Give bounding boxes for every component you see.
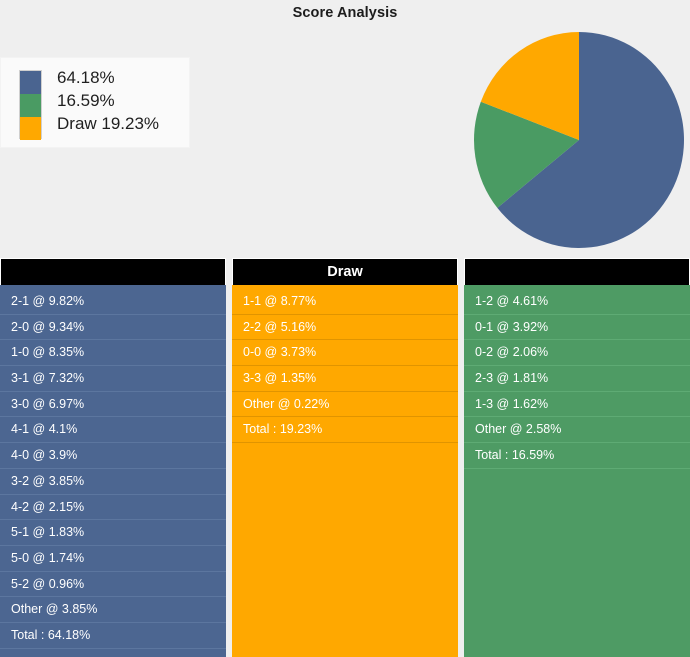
score-column-header-away xyxy=(464,258,690,285)
score-row: 1-0 @ 8.35% xyxy=(0,340,226,367)
score-row: Other @ 0.22% xyxy=(232,392,458,418)
score-row: 2-3 @ 1.81% xyxy=(464,366,690,392)
score-list-home: 2-1 @ 9.82% 2-0 @ 9.34% 1-0 @ 8.35% 3-1 @ 7… xyxy=(0,285,226,657)
score-row: 3-2 @ 3.85% xyxy=(0,469,226,495)
score-row: 1-1 @ 8.77% xyxy=(232,289,458,315)
legend-label-home: 64.18% xyxy=(57,68,115,87)
pie-chart-legend: 64.18% 16.59% Draw 19.23% xyxy=(0,57,190,148)
score-row: Other @ 3.85% xyxy=(0,597,226,623)
legend-label-draw: Draw 19.23% xyxy=(57,114,160,133)
score-row: 5-2 @ 0.96% xyxy=(0,572,226,598)
legend-swatch-draw xyxy=(20,117,41,140)
score-tables: 2-1 @ 9.82% 2-0 @ 9.34% 1-0 @ 8.35% 3-1 @ 7… xyxy=(0,258,690,657)
score-row: 4-2 @ 2.15% xyxy=(0,495,226,521)
score-row: 5-1 @ 1.83% xyxy=(0,520,226,546)
score-row: 0-2 @ 2.06% xyxy=(464,340,690,367)
score-row: Total : 64.18% xyxy=(0,623,226,649)
pie-chart-svg xyxy=(474,32,684,249)
score-column-header-home xyxy=(0,258,226,285)
score-row: 4-1 @ 4.1% xyxy=(0,417,226,444)
score-row: 2-2 @ 5.16% xyxy=(232,315,458,341)
score-row: 5-0 @ 1.74% xyxy=(0,546,226,572)
score-list-draw: 1-1 @ 8.77% 2-2 @ 5.16% 0-0 @ 3.73% 3-3 @ 1… xyxy=(232,285,458,657)
legend-swatch-stack xyxy=(19,70,42,140)
score-row: 0-1 @ 3.92% xyxy=(464,315,690,341)
score-row: 1-2 @ 4.61% xyxy=(464,289,690,315)
score-row: 2-0 @ 9.34% xyxy=(0,315,226,341)
score-row: 4-0 @ 3.9% xyxy=(0,443,226,469)
pie-slice-group xyxy=(474,32,684,249)
score-row: Total : 16.59% xyxy=(464,443,690,469)
score-row: 3-3 @ 1.35% xyxy=(232,366,458,392)
score-row: 2-1 @ 9.82% xyxy=(0,289,226,315)
score-column-draw: Draw 1-1 @ 8.77% 2-2 @ 5.16% 0-0 @ 3.73% 3-… xyxy=(232,258,458,657)
score-row: Other @ 2.58% xyxy=(464,417,690,444)
legend-swatch-away xyxy=(20,94,41,117)
score-list-away: 1-2 @ 4.61% 0-1 @ 3.92% 0-2 @ 2.06% 2-3 @ 1… xyxy=(464,285,690,657)
score-row: 1-3 @ 1.62% xyxy=(464,392,690,418)
legend-label-stack: 64.18% 16.59% Draw 19.23% xyxy=(57,66,159,135)
score-row: 3-1 @ 7.32% xyxy=(0,366,226,392)
legend-label-away: 16.59% xyxy=(57,91,115,110)
page-title: Score Analysis xyxy=(292,5,398,21)
score-column-header-draw: Draw xyxy=(232,258,458,285)
pie-chart xyxy=(472,30,686,250)
score-row: 0-0 @ 3.73% xyxy=(232,340,458,367)
chart-area: Score Analysis 64.18% 16.59% Draw 19.23% xyxy=(0,0,690,258)
legend-swatch-home xyxy=(20,71,41,94)
score-column-away: 1-2 @ 4.61% 0-1 @ 3.92% 0-2 @ 2.06% 2-3 @ 1… xyxy=(464,258,690,657)
score-row: 3-0 @ 6.97% xyxy=(0,392,226,418)
score-row: Total : 19.23% xyxy=(232,417,458,444)
score-column-home: 2-1 @ 9.82% 2-0 @ 9.34% 1-0 @ 8.35% 3-1 @ 7… xyxy=(0,258,226,657)
